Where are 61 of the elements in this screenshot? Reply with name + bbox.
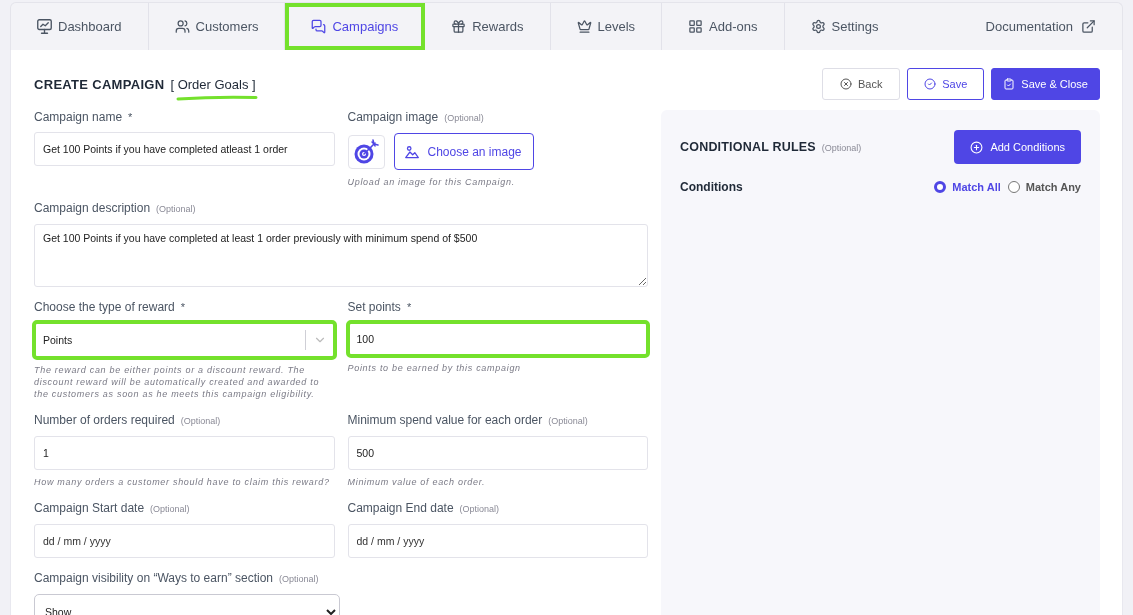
field-hint: How many orders a customer should have to claim this reward? <box>34 476 331 488</box>
field-hint: Minimum value of each order. <box>347 476 487 488</box>
optional-note: (Optional) <box>180 415 221 428</box>
add-conditions-button[interactable]: Add Conditions <box>954 130 1081 164</box>
field-label: Minimum spend value for each order <box>347 413 543 427</box>
required-mark: * <box>180 300 186 314</box>
field-label: Campaign name <box>34 110 123 124</box>
field-label: Campaign visibility on “Ways to earn” section <box>34 571 273 585</box>
documentation-link[interactable]: Documentation <box>959 3 1122 50</box>
nav-tab[interactable]: Campaigns <box>285 3 426 50</box>
textarea-field[interactable]: Get 100 Points if you have completed at least 1 order previously with minimum spend of $500 <box>34 224 648 287</box>
save-button[interactable]: Save <box>907 68 985 100</box>
match-radio[interactable]: Match Any <box>1007 181 1081 193</box>
input-field[interactable]: 100 <box>347 322 648 356</box>
date-field[interactable]: dd / mm / yyyy <box>34 524 335 558</box>
field-hint: Points to be earned by this campaign <box>347 362 522 374</box>
external-link-icon <box>1081 19 1096 34</box>
conditions-label: Conditions <box>680 180 743 194</box>
gift-icon <box>451 19 467 34</box>
save-close-button[interactable]: Save & Close <box>991 68 1100 100</box>
input-field[interactable]: Get 100 Points if you have completed atleast 1 order <box>34 132 335 166</box>
field-label: Campaign description <box>34 201 151 215</box>
date-field[interactable]: dd / mm / yyyy <box>347 524 648 558</box>
chat-bubbles-icon <box>311 19 327 34</box>
monitor-chart-icon <box>37 19 52 34</box>
page-title: CREATE CAMPAIGN <box>34 76 165 92</box>
field-label: Campaign image <box>347 110 439 124</box>
optional-note: (Optional) <box>444 112 484 125</box>
input-field[interactable]: 1 <box>34 436 335 470</box>
field-label: Number of orders required <box>34 413 175 427</box>
section-title: CONDITIONAL RULES <box>680 140 816 154</box>
required-mark: * <box>128 110 133 124</box>
nav-tab[interactable]: Settings <box>784 3 905 50</box>
optional-note: (Optional) <box>150 503 190 516</box>
clipboard-check-icon <box>1003 78 1016 90</box>
input-field[interactable]: 500 <box>347 436 648 470</box>
choose-image-button[interactable]: Choose an image <box>393 133 534 170</box>
field-hint: Upload an image for this Campaign. <box>347 176 516 188</box>
x-circle-icon <box>840 78 853 90</box>
crown-icon <box>576 19 592 34</box>
grid-icon <box>688 19 704 34</box>
users-icon <box>174 19 190 34</box>
required-mark: * <box>406 300 412 314</box>
back-button[interactable]: Back <box>822 68 901 100</box>
plus-circle-icon <box>970 140 984 154</box>
settings-icon <box>810 19 826 34</box>
optional-note: (Optional) <box>156 203 196 216</box>
optional-note: (Optional) <box>279 573 319 586</box>
select-field[interactable]: Points <box>34 322 335 358</box>
check-circle-icon <box>924 78 937 90</box>
optional-note: (Optional) <box>821 143 862 153</box>
field-label: Campaign End date <box>347 501 454 515</box>
match-radio[interactable]: Match All <box>934 181 1001 193</box>
field-label: Choose the type of reward <box>34 300 175 314</box>
field-hint: The reward can be either points or a discount reward. The discount reward will be automatically created and awarded to the customers as soon as he meets this campaign eligibility. <box>34 364 321 400</box>
mountain-icon <box>405 144 420 159</box>
campaign-type: [ Order Goals ] <box>170 76 256 92</box>
field-label: Campaign Start date <box>34 501 145 515</box>
optional-note: (Optional) <box>459 503 500 516</box>
optional-note: (Optional) <box>548 415 588 428</box>
field-label: Set points <box>347 300 401 314</box>
